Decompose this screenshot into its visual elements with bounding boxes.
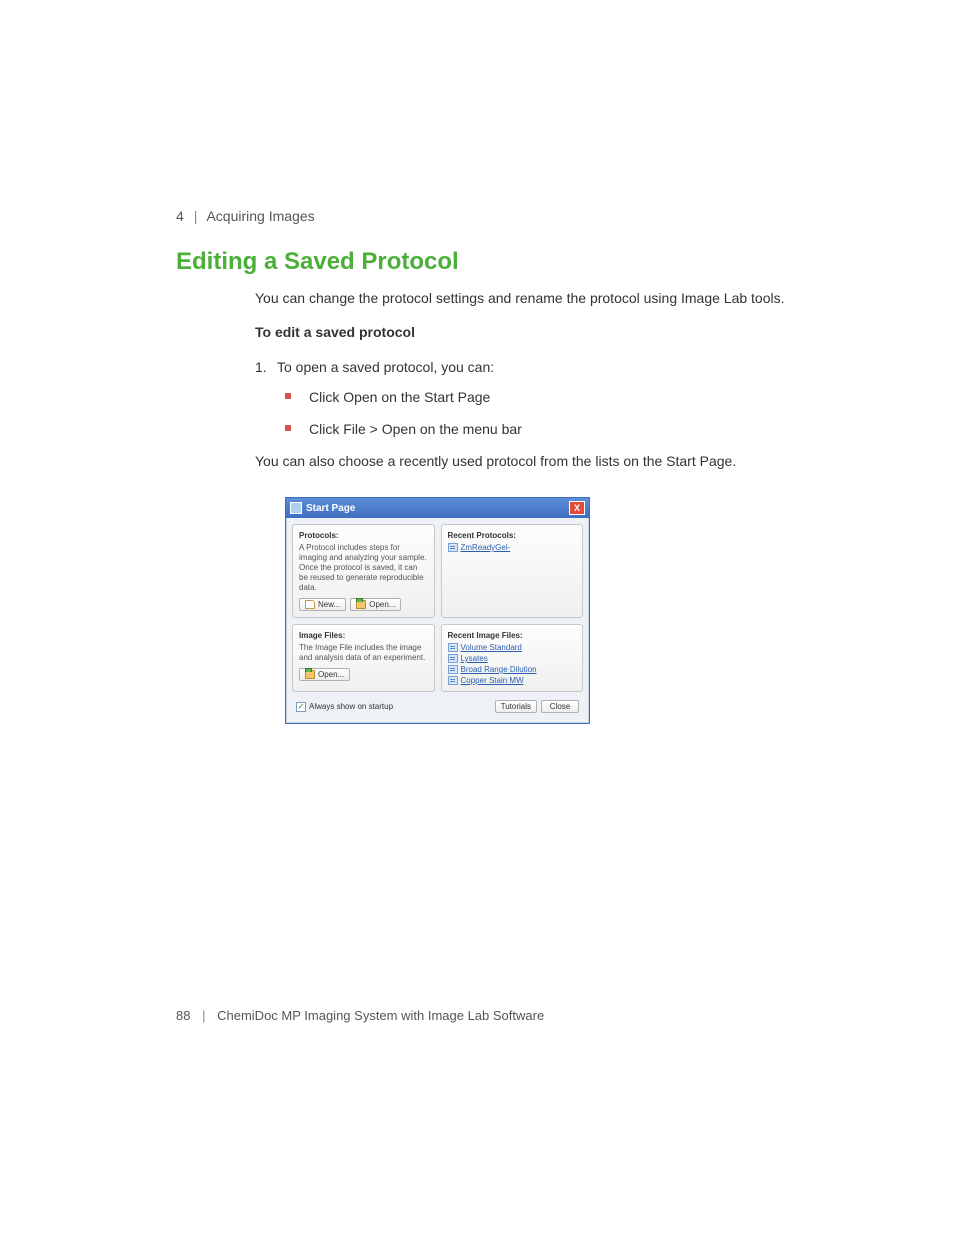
step-1: 1. To open a saved protocol, you can: [255, 357, 785, 377]
panel-title: Protocols: [299, 531, 428, 540]
recent-protocol-link[interactable]: ZmReadyGel- [461, 543, 511, 552]
button-label: Open... [318, 670, 344, 679]
list-item[interactable]: Volume Standard [448, 643, 577, 652]
after-paragraph: You can also choose a recently used prot… [255, 451, 785, 471]
checkbox-icon: ✓ [296, 702, 306, 712]
button-label: Close [550, 702, 570, 711]
procedure-subhead: To edit a saved protocol [255, 322, 785, 342]
page-footer: 88 | ChemiDoc MP Imaging System with Ima… [176, 1008, 544, 1023]
image-file-icon [448, 654, 458, 663]
bullet-text: Click Open on the Start Page [309, 387, 490, 407]
checkbox-label: Always show on startup [309, 702, 393, 711]
separator: | [194, 208, 198, 224]
list-item[interactable]: Copper Stain MW [448, 676, 577, 685]
bullet-item: Click Open on the Start Page [285, 387, 785, 407]
section-heading: Editing a Saved Protocol [176, 248, 459, 276]
protocol-file-icon [448, 543, 458, 552]
new-button[interactable]: New... [299, 598, 346, 611]
list-item[interactable]: Broad Range Dilution [448, 665, 577, 674]
page-header: 4 | Acquiring Images [176, 208, 315, 224]
panel-description: The Image File includes the image and an… [299, 643, 428, 663]
body-text: You can change the protocol settings and… [255, 288, 785, 486]
recent-image-files-panel: Recent Image Files: Volume Standard Lysa… [441, 624, 584, 692]
recent-protocols-panel: Recent Protocols: ZmReadyGel- [441, 524, 584, 618]
dialog-title: Start Page [306, 503, 355, 514]
open-button[interactable]: Open... [350, 598, 401, 611]
bullet-text: Click File > Open on the menu bar [309, 419, 522, 439]
app-icon [290, 502, 302, 514]
list-item[interactable]: ZmReadyGel- [448, 543, 577, 552]
dialog-titlebar[interactable]: Start Page X [286, 498, 589, 518]
button-label: New... [318, 600, 340, 609]
tutorials-button[interactable]: Tutorials [495, 700, 537, 713]
panel-title: Image Files: [299, 631, 428, 640]
close-icon[interactable]: X [569, 501, 585, 515]
panel-description: A Protocol includes steps for imaging an… [299, 543, 428, 593]
bullet-icon [285, 425, 291, 431]
image-file-icon [448, 665, 458, 674]
button-label: Open... [369, 600, 395, 609]
image-files-panel: Image Files: The Image File includes the… [292, 624, 435, 692]
page-number: 88 [176, 1008, 190, 1023]
always-show-checkbox[interactable]: ✓ Always show on startup [296, 702, 393, 712]
recent-image-link[interactable]: Lysates [461, 654, 488, 663]
button-label: Tutorials [501, 702, 531, 711]
start-page-dialog-figure: Start Page X Protocols: A Protocol inclu… [285, 497, 590, 724]
close-button[interactable]: Close [541, 700, 579, 713]
book-title: ChemiDoc MP Imaging System with Image La… [217, 1008, 544, 1023]
bullet-item: Click File > Open on the menu bar [285, 419, 785, 439]
separator: | [202, 1008, 205, 1023]
intro-paragraph: You can change the protocol settings and… [255, 288, 785, 308]
new-file-icon [305, 600, 315, 609]
protocols-panel: Protocols: A Protocol includes steps for… [292, 524, 435, 618]
bullet-icon [285, 393, 291, 399]
panel-title: Recent Image Files: [448, 631, 577, 640]
step-text: To open a saved protocol, you can: [277, 357, 494, 377]
image-file-icon [448, 676, 458, 685]
open-button[interactable]: Open... [299, 668, 350, 681]
recent-image-link[interactable]: Broad Range Dilution [461, 665, 537, 674]
panel-title: Recent Protocols: [448, 531, 577, 540]
step-number: 1. [255, 357, 277, 377]
recent-image-link[interactable]: Volume Standard [461, 643, 522, 652]
chapter-number: 4 [176, 208, 184, 224]
image-file-icon [448, 643, 458, 652]
list-item[interactable]: Lysates [448, 654, 577, 663]
open-folder-icon [356, 600, 366, 609]
chapter-title: Acquiring Images [206, 208, 314, 224]
recent-image-link[interactable]: Copper Stain MW [461, 676, 524, 685]
open-folder-icon [305, 670, 315, 679]
